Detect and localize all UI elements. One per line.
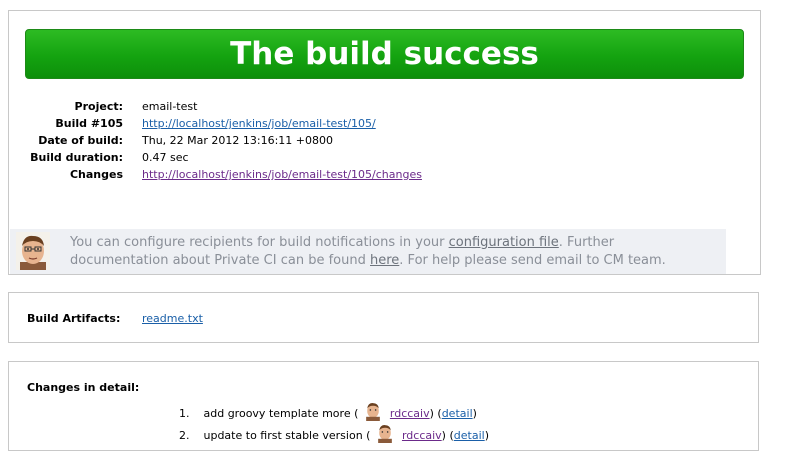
build-artifacts-label: Build Artifacts: (27, 312, 121, 325)
author-avatar-icon (366, 403, 380, 421)
change-number: 1. (179, 407, 190, 420)
info-label: Build #105 (55, 117, 123, 130)
info-label: Date of build: (38, 134, 123, 147)
changes-detail-label: Changes in detail: (27, 381, 140, 394)
notice-box: You can configure recipients for build n… (10, 229, 726, 274)
build-status-banner: The build success (25, 29, 744, 79)
author-link[interactable]: rdccaiv (390, 407, 430, 420)
notice-text: You can configure recipients for build n… (70, 234, 710, 270)
info-label: Changes (69, 168, 123, 181)
documentation-here-link[interactable]: here (370, 253, 399, 268)
user-avatar-icon (16, 232, 50, 270)
info-label: Build duration: (30, 151, 123, 164)
change-message: update to first stable version ( (203, 429, 371, 442)
change-message: add groovy template more ( (203, 407, 359, 420)
author-link[interactable]: rdccaiv (402, 429, 442, 442)
info-label: Project: (74, 100, 123, 113)
change-detail-link[interactable]: detail (454, 429, 485, 442)
changes-url-link[interactable]: http://localhost/jenkins/job/email-test/… (142, 167, 422, 183)
author-avatar-icon (378, 425, 392, 443)
build-url-link[interactable]: http://localhost/jenkins/job/email-test/… (142, 116, 376, 132)
artifact-file-link[interactable]: readme.txt (142, 312, 203, 325)
changes-detail-panel: Changes in detail: 1. add groovy templat… (8, 361, 759, 451)
notice-text-part: . For help please send email to CM team. (399, 253, 666, 268)
build-date: Thu, 22 Mar 2012 13:16:11 +0800 (142, 134, 334, 147)
change-item: 2. update to first stable version ( rdcc… (179, 425, 489, 447)
change-number: 2. (179, 429, 190, 442)
change-item: 1. add groovy template more ( rdccaiv) (… (179, 403, 477, 425)
build-summary-panel: The build success Project: email-test Bu… (8, 10, 761, 275)
notice-text-part: You can configure recipients for build n… (70, 235, 449, 250)
paren-close: ) (441, 429, 446, 442)
configuration-file-link[interactable]: configuration file (449, 235, 559, 250)
build-artifacts-panel: Build Artifacts: readme.txt (8, 292, 759, 343)
build-duration: 0.47 sec (142, 151, 189, 164)
change-detail-link[interactable]: detail (442, 407, 473, 420)
paren-close: ) (429, 407, 434, 420)
project-name: email-test (142, 100, 198, 113)
